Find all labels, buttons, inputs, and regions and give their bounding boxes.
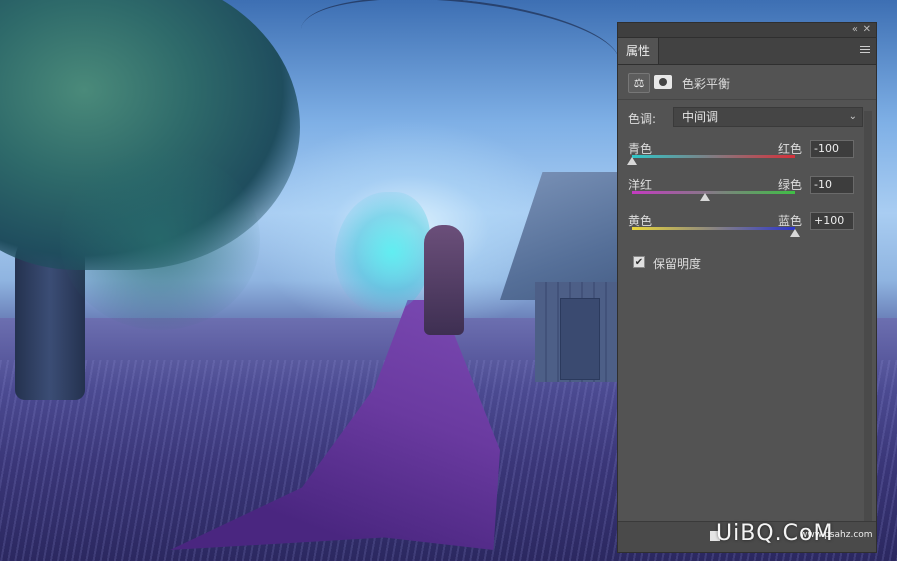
properties-panel: « ✕ 属性 ⚖ 色彩平衡 色调: 中间调 ⌄ ✔ 保留明度 青色 红色 -100 洋… [617,22,877,553]
hut-door [560,298,600,380]
tree-foliage [60,150,260,330]
panel-title: 色彩平衡 [682,77,731,91]
preserve-luminosity-checkbox[interactable]: ✔ [633,256,645,268]
panel-titlebar[interactable]: « ✕ [618,23,876,38]
slider-track[interactable] [632,191,795,194]
tone-label: 色调: [628,112,657,126]
panel-header: ⚖ 色彩平衡 [618,65,876,100]
slider-value-input[interactable]: -100 [810,140,854,158]
collapse-icon[interactable]: « [852,23,858,36]
slider-thumb[interactable] [700,193,711,201]
panel-menu-icon[interactable] [860,46,870,55]
color-balance-slider: 青色 红色 -100 [627,140,868,176]
color-balance-slider: 黄色 蓝色 +100 [628,212,868,248]
tab-properties[interactable]: 属性 [618,38,659,64]
panel-tabs: 属性 [618,38,876,65]
watermark-url: www.psahz.com [800,530,873,540]
tone-select-value: 中间调 [682,110,719,124]
fairy-figure [424,225,464,335]
layer-mask-icon[interactable] [654,75,672,89]
slider-value-input[interactable]: -10 [810,176,854,194]
color-balance-slider: 洋红 绿色 -10 [628,176,868,212]
chevron-down-icon: ⌄ [848,111,857,122]
slider-value-input[interactable]: +100 [810,212,854,230]
tree-branch [296,0,624,109]
tone-select[interactable]: 中间调 ⌄ [673,107,863,127]
slider-thumb[interactable] [627,157,637,165]
slider-track[interactable] [632,227,795,230]
slider-track[interactable] [632,155,795,158]
preserve-luminosity-label: 保留明度 [653,257,702,271]
slider-thumb[interactable] [790,229,800,237]
balance-scale-icon[interactable]: ⚖ [628,73,650,93]
close-icon[interactable]: ✕ [863,23,871,36]
tone-row: 色调: 中间调 ⌄ [628,107,863,129]
